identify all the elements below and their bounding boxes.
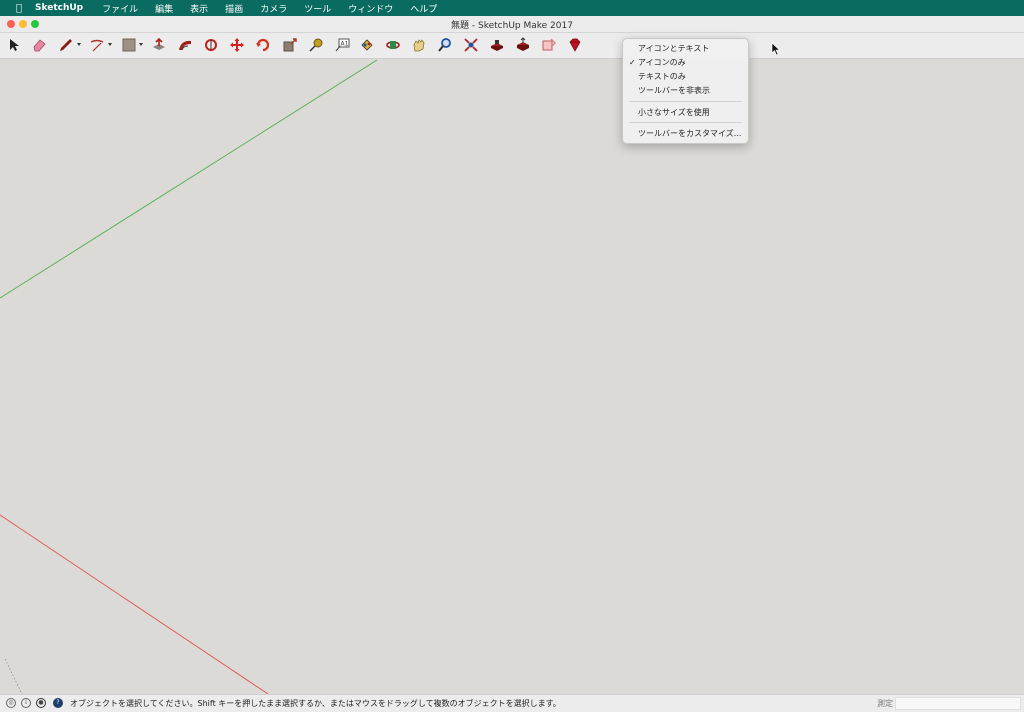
ruby-console-tool-button[interactable]	[566, 36, 584, 54]
extension-icon	[542, 38, 556, 51]
chevron-down-icon[interactable]	[108, 43, 112, 46]
paint-bucket-icon	[361, 39, 373, 51]
offset-tool-button[interactable]	[176, 36, 194, 54]
menu-help[interactable]: ヘルプ	[410, 2, 437, 15]
drawing-canvas[interactable]	[0, 59, 1024, 694]
move-tool-button[interactable]	[228, 36, 246, 54]
checkmark-icon: ✓	[629, 58, 636, 67]
green-axis	[0, 59, 378, 299]
menubar-app-name[interactable]: SketchUp	[35, 3, 83, 13]
user-account-icon[interactable]: ●	[36, 698, 46, 708]
tape-measure-tool-button[interactable]	[307, 36, 325, 54]
menu-file[interactable]: ファイル	[102, 2, 138, 15]
follow-me-tool-button[interactable]	[202, 36, 220, 54]
ruby-icon	[569, 38, 581, 52]
arc-tool-button[interactable]	[88, 36, 106, 54]
line-tool-button[interactable]	[57, 36, 75, 54]
3d-warehouse-tool-button[interactable]	[488, 36, 506, 54]
zoom-extents-tool-button[interactable]	[462, 36, 480, 54]
orbit-tool-button[interactable]	[384, 36, 402, 54]
axes-layer	[0, 59, 378, 694]
magnifier-icon	[438, 38, 451, 52]
system-menubar:  SketchUp ファイル 編集 表示 描画 カメラ ツール ウィンドウ ヘ…	[0, 0, 1024, 16]
menu-draw[interactable]: 描画	[225, 2, 243, 15]
menu-camera[interactable]: カメラ	[260, 2, 287, 15]
menu-item-customize-toolbar[interactable]: ツールバーをカスタマイズ...	[623, 127, 748, 140]
menu-item-use-small-size[interactable]: 小さなサイズを使用	[623, 106, 748, 119]
pan-hand-icon	[413, 39, 425, 52]
text-tool-button[interactable]: A1	[333, 36, 351, 54]
chevron-down-icon[interactable]	[139, 43, 143, 46]
paint-bucket-tool-button[interactable]	[358, 36, 376, 54]
scale-icon	[283, 38, 297, 52]
rotate-icon	[256, 38, 270, 52]
main-toolbar: A1	[0, 33, 1024, 59]
menu-view[interactable]: 表示	[190, 2, 208, 15]
offset-icon	[179, 40, 191, 51]
menu-separator	[629, 122, 742, 123]
pan-tool-button[interactable]	[410, 36, 428, 54]
arrow-icon	[10, 39, 19, 51]
select-tool-button[interactable]	[5, 36, 23, 54]
pencil-icon	[60, 39, 72, 51]
share-model-icon	[517, 37, 529, 51]
menu-edit[interactable]: 編集	[155, 2, 173, 15]
push-pull-tool-button[interactable]	[150, 36, 168, 54]
menu-window[interactable]: ウィンドウ	[348, 2, 393, 15]
blue-axis	[4, 658, 23, 694]
share-model-tool-button[interactable]	[514, 36, 532, 54]
follow-me-icon	[205, 39, 217, 51]
instructor-icon[interactable]: ?	[53, 698, 63, 708]
menu-item-text-only[interactable]: テキストのみ	[623, 70, 748, 83]
window-title: 無題 - SketchUp Make 2017	[451, 21, 573, 31]
rectangle-icon	[122, 38, 136, 52]
geo-location-icon[interactable]: ◎	[6, 698, 16, 708]
eraser-icon	[33, 39, 46, 52]
rotate-tool-button[interactable]	[254, 36, 272, 54]
status-bar: ◎ i ● ? オブジェクトを選択してください。Shift キーを押したまま選択…	[0, 694, 1024, 712]
measurements-input[interactable]	[895, 697, 1021, 710]
red-axis	[0, 514, 269, 694]
3d-warehouse-icon	[491, 40, 503, 51]
menu-item-icon-and-text[interactable]: アイコンとテキスト	[623, 42, 748, 55]
status-hint: オブジェクトを選択してください。Shift キーを押したまま選択するか、またはマ…	[70, 699, 561, 708]
push-pull-icon	[153, 37, 165, 50]
tape-measure-icon	[309, 38, 323, 52]
zoom-extents-icon	[464, 38, 478, 52]
shape-tool-button[interactable]	[120, 36, 138, 54]
scale-tool-button[interactable]	[281, 36, 299, 54]
measurements-label: 測定	[877, 699, 893, 708]
chevron-down-icon[interactable]	[77, 43, 81, 46]
orbit-icon	[386, 41, 400, 49]
extension-warehouse-tool-button[interactable]	[540, 36, 558, 54]
toolbar-context-menu: アイコンとテキスト ✓ アイコンのみ テキストのみ ツールバーを非表示 小さなサ…	[622, 38, 749, 144]
apple-icon[interactable]: 	[13, 3, 25, 14]
mouse-cursor-icon	[771, 42, 781, 56]
menu-item-hide-toolbar[interactable]: ツールバーを非表示	[623, 84, 748, 97]
zoom-tool-button[interactable]	[436, 36, 454, 54]
arc-icon	[90, 39, 104, 52]
menu-tools[interactable]: ツール	[304, 2, 331, 15]
eraser-tool-button[interactable]	[30, 36, 48, 54]
svg-text:A1: A1	[341, 41, 349, 48]
credits-icon[interactable]: i	[21, 698, 31, 708]
menu-item-icon-only[interactable]: ✓ アイコンのみ	[623, 56, 748, 69]
text-icon: A1	[335, 38, 350, 52]
move-icon	[230, 38, 244, 52]
window-titlebar: 無題 - SketchUp Make 2017	[0, 16, 1024, 33]
menu-separator	[629, 101, 742, 102]
